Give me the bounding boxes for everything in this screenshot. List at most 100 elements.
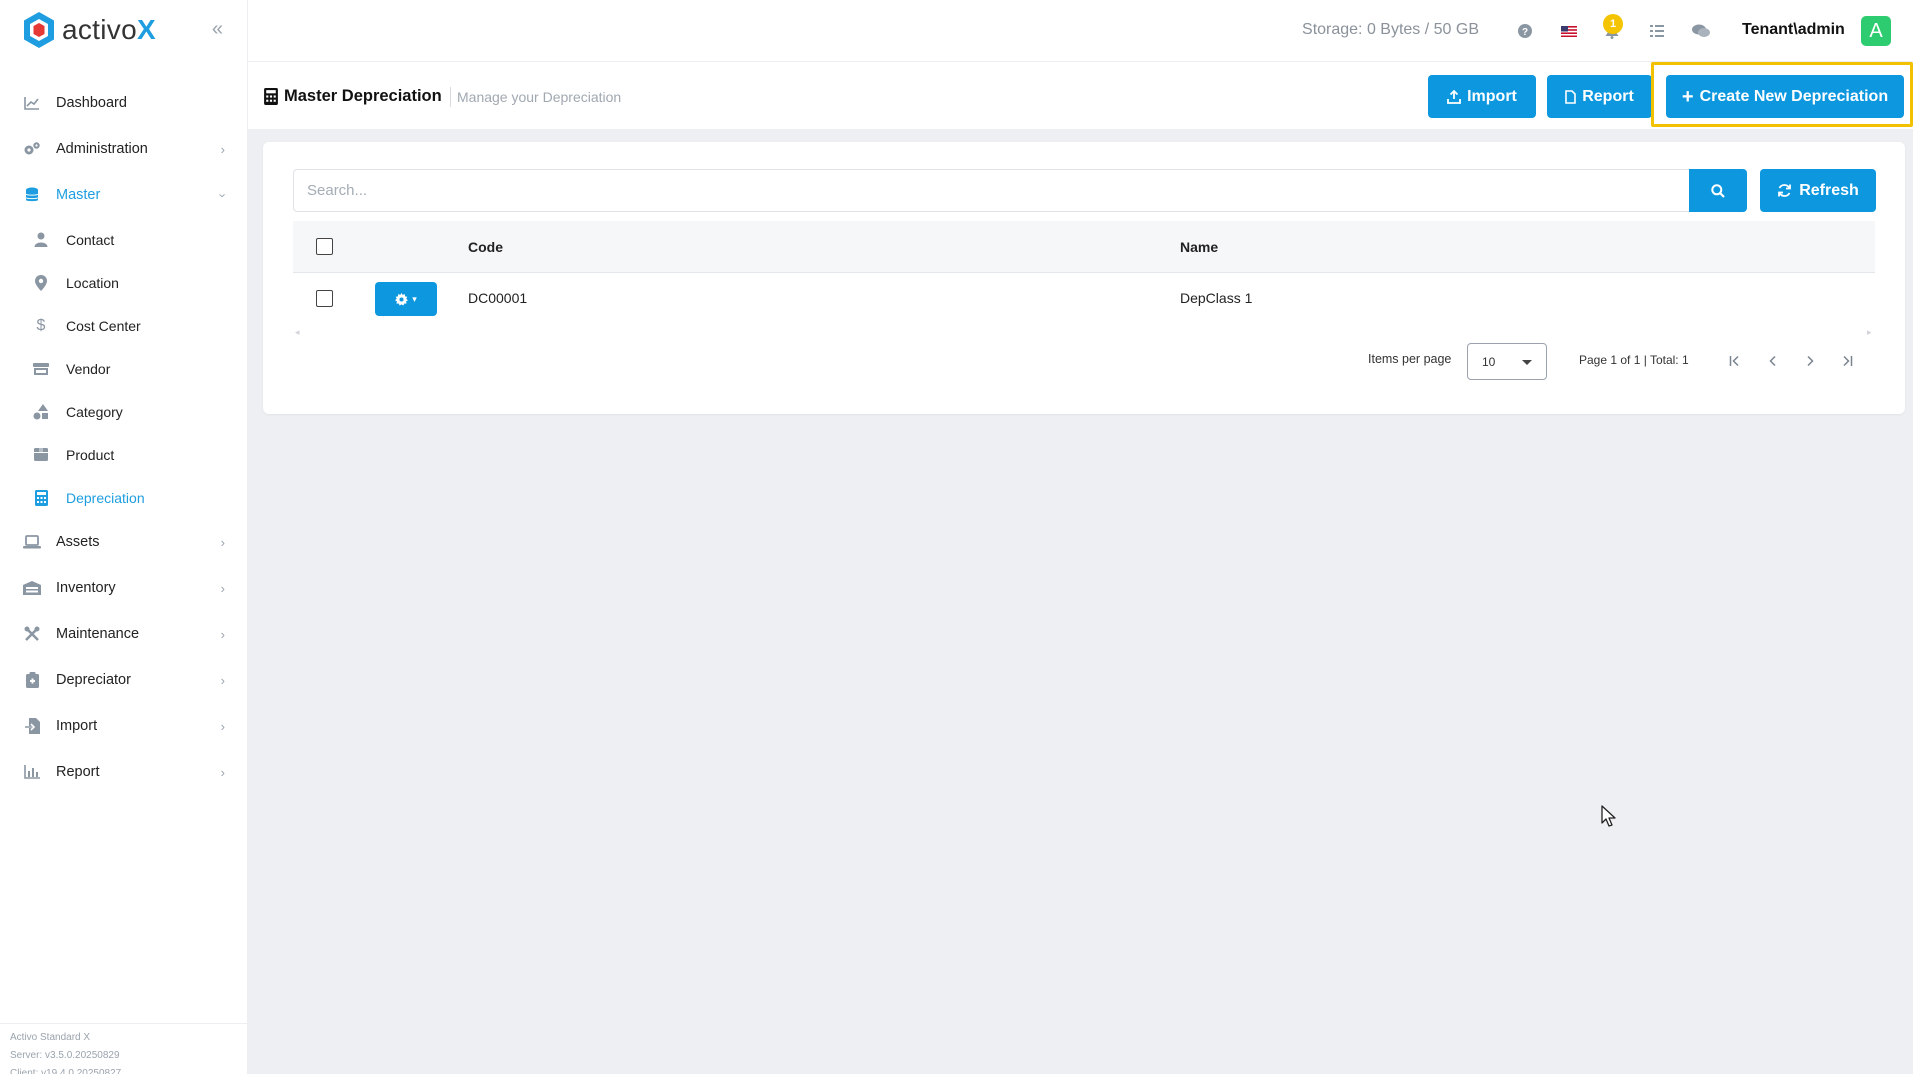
first-page-icon <box>1729 355 1739 367</box>
sidebar-item-report[interactable]: Report › <box>0 749 247 795</box>
report-button[interactable]: Report <box>1547 75 1652 118</box>
import-button[interactable]: Import <box>1428 75 1536 118</box>
sidebar-subitem-product[interactable]: Product <box>0 433 247 476</box>
upload-icon <box>1447 89 1462 104</box>
page-header: Master Depreciation Manage your Deprecia… <box>248 62 1913 130</box>
notification-badge: 1 <box>1603 14 1623 34</box>
chart-line-icon <box>22 93 42 113</box>
chevron-right-icon: › <box>220 672 225 688</box>
sidebar-subitem-depreciation[interactable]: Depreciation <box>0 476 247 519</box>
page-subtitle: Manage your Depreciation <box>457 89 622 105</box>
us-flag-icon[interactable] <box>1558 20 1580 42</box>
scroll-left-icon[interactable]: ◂ <box>295 327 300 338</box>
sidebar-subitem-contact[interactable]: Contact <box>0 218 247 261</box>
help-icon[interactable]: ? <box>1514 20 1536 42</box>
sidebar-item-assets[interactable]: Assets › <box>0 519 247 565</box>
pagination-info: Page 1 of 1 | Total: 1 <box>1579 353 1689 367</box>
file-import-icon <box>22 716 42 736</box>
first-page-button[interactable] <box>1720 346 1750 376</box>
laptop-icon <box>22 532 42 552</box>
activo-logo-icon <box>24 12 54 48</box>
sidebar-item-label: Assets <box>56 534 100 550</box>
refresh-icon <box>1778 184 1792 197</box>
chevron-right-icon <box>1807 355 1814 367</box>
sidebar-item-label: Administration <box>56 141 148 157</box>
cell-code: DC00001 <box>468 290 528 306</box>
sidebar-item-label: Import <box>56 718 98 734</box>
sidebar-subitem-location[interactable]: Location <box>0 261 247 304</box>
items-per-page-label: Items per page <box>1368 352 1452 366</box>
chevron-right-icon: › <box>220 626 225 642</box>
caret-down-icon: ▾ <box>412 293 417 304</box>
version-product: Activo Standard X <box>10 1032 91 1043</box>
chevron-right-icon: › <box>220 580 225 596</box>
mouse-cursor-icon <box>1601 805 1616 827</box>
sidebar-item-label: Dashboard <box>56 95 127 111</box>
version-client: Client: v19.4.0.20250827 <box>10 1068 122 1074</box>
next-page-button[interactable] <box>1795 346 1825 376</box>
column-header-name[interactable]: Name <box>1180 239 1218 255</box>
user-name[interactable]: Tenant\admin <box>1742 21 1845 39</box>
sidebar-subitem-cost-center[interactable]: $ Cost Center <box>0 304 247 347</box>
scroll-right-icon[interactable]: ▸ <box>1867 327 1872 338</box>
sidebar-subitem-label: Contact <box>66 231 115 248</box>
sidebar-item-master[interactable]: Master › <box>0 172 247 218</box>
previous-page-button[interactable] <box>1758 346 1788 376</box>
store-icon <box>31 359 51 379</box>
sidebar-subitem-category[interactable]: Category <box>0 390 247 433</box>
page-title: Master Depreciation <box>284 87 442 105</box>
bar-chart-icon <box>22 762 42 782</box>
collapse-sidebar-icon[interactable]: « <box>212 18 223 41</box>
dollar-icon: $ <box>36 316 46 334</box>
sidebar-item-import[interactable]: Import › <box>0 703 247 749</box>
version-server: Server: v3.5.0.20250829 <box>10 1050 120 1061</box>
sidebar-item-inventory[interactable]: Inventory › <box>0 565 247 611</box>
warehouse-icon <box>22 578 42 598</box>
create-button-label: Create New Depreciation <box>1699 87 1889 105</box>
file-icon <box>1565 89 1577 104</box>
cell-name: DepClass 1 <box>1180 290 1253 306</box>
row-checkbox[interactable] <box>316 290 333 307</box>
tasks-icon[interactable] <box>1646 20 1668 42</box>
row-actions-button[interactable]: ▾ <box>375 282 437 316</box>
items-per-page-select[interactable]: 10 <box>1467 343 1547 380</box>
sidebar-subitem-label: Category <box>66 403 123 420</box>
avatar[interactable]: A <box>1861 16 1891 46</box>
chevron-right-icon: › <box>220 718 225 734</box>
caret-down-icon <box>1522 360 1532 365</box>
select-all-checkbox[interactable] <box>316 238 333 255</box>
calculator-icon <box>264 88 278 110</box>
refresh-button-label: Refresh <box>1799 181 1859 199</box>
version-info: Activo Standard X Server: v3.5.0.2025082… <box>0 1023 248 1074</box>
chat-icon[interactable] <box>1690 20 1712 42</box>
sidebar-item-maintenance[interactable]: Maintenance › <box>0 611 247 657</box>
sidebar-item-label: Inventory <box>56 580 116 596</box>
chevron-left-icon <box>1769 355 1776 367</box>
search-icon <box>1711 183 1725 198</box>
shapes-icon <box>31 402 51 422</box>
sidebar-nav: Dashboard Administration › Master › Cont… <box>0 80 247 795</box>
import-button-label: Import <box>1467 87 1517 105</box>
chevron-right-icon: › <box>220 764 225 780</box>
brand[interactable]: activoX « <box>0 0 247 60</box>
create-new-depreciation-button[interactable]: + Create New Depreciation <box>1666 75 1904 118</box>
sidebar-subitem-label: Depreciation <box>66 489 145 506</box>
sidebar-subitem-vendor[interactable]: Vendor <box>0 347 247 390</box>
sidebar-item-label: Maintenance <box>56 626 140 642</box>
map-pin-icon <box>31 273 51 293</box>
refresh-button[interactable]: Refresh <box>1760 169 1876 212</box>
items-per-page-value: 10 <box>1482 354 1496 369</box>
sidebar-item-dashboard[interactable]: Dashboard <box>0 80 247 126</box>
list-card: Refresh Code Name ▾ DC00001 DepClass 1 ◂… <box>263 142 1905 414</box>
table-row[interactable]: ▾ DC00001 DepClass 1 <box>293 274 1875 324</box>
plus-icon: + <box>1681 85 1694 108</box>
last-page-button[interactable] <box>1832 346 1862 376</box>
search-button[interactable] <box>1689 169 1747 212</box>
sidebar-item-depreciator[interactable]: Depreciator › <box>0 657 247 703</box>
sidebar-item-administration[interactable]: Administration › <box>0 126 247 172</box>
search-input[interactable] <box>293 169 1689 212</box>
chevron-right-icon: › <box>220 534 225 550</box>
calculator-icon <box>31 488 51 508</box>
column-header-code[interactable]: Code <box>468 239 503 255</box>
sidebar-item-label: Master <box>56 187 101 203</box>
